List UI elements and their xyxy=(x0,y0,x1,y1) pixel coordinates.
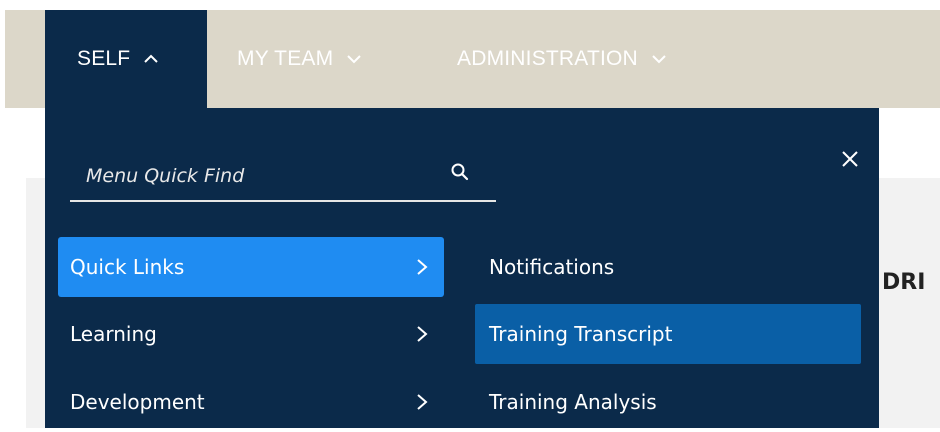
close-icon[interactable] xyxy=(839,148,861,170)
menu-link-notifications[interactable]: Notifications xyxy=(475,237,861,297)
nav-item-my-team[interactable]: MY TEAM xyxy=(237,10,362,108)
chevron-right-icon xyxy=(416,392,428,416)
menu-link-label: Notifications xyxy=(489,255,615,279)
chevron-up-icon xyxy=(144,54,159,64)
chevron-right-icon xyxy=(416,324,428,348)
menu-quick-find xyxy=(70,148,496,202)
menu-item-learning[interactable]: Learning xyxy=(58,304,444,364)
menu-link-training-transcript[interactable]: Training Transcript xyxy=(475,304,861,364)
nav-item-label: MY TEAM xyxy=(237,47,334,70)
menu-link-training-analysis[interactable]: Training Analysis xyxy=(475,372,861,432)
nav-item-label: ADMINISTRATION xyxy=(457,47,638,70)
chevron-right-icon xyxy=(416,257,428,281)
nav-item-administration[interactable]: ADMINISTRATION xyxy=(457,10,666,108)
chevron-down-icon xyxy=(652,54,666,64)
menu-link-label: Training Analysis xyxy=(489,390,657,414)
menu-link-label: Training Transcript xyxy=(489,322,673,346)
search-icon[interactable] xyxy=(450,162,470,187)
nav-item-label: SELF xyxy=(77,47,131,70)
menu-item-quick-links[interactable]: Quick Links xyxy=(58,237,444,297)
page-heading-partial: DRI xyxy=(882,270,926,295)
top-navigation-bar: SELF MY TEAM ADMINISTRATION xyxy=(5,10,940,108)
self-dropdown-menu: Quick Links Learning Development Notific… xyxy=(45,108,879,428)
menu-quick-find-input[interactable] xyxy=(84,158,448,194)
chevron-down-icon xyxy=(347,54,362,64)
menu-item-label: Development xyxy=(70,390,205,414)
menu-item-label: Quick Links xyxy=(70,255,185,279)
menu-item-label: Learning xyxy=(70,322,157,346)
nav-item-self[interactable]: SELF xyxy=(45,10,207,108)
menu-item-development[interactable]: Development xyxy=(58,372,444,432)
